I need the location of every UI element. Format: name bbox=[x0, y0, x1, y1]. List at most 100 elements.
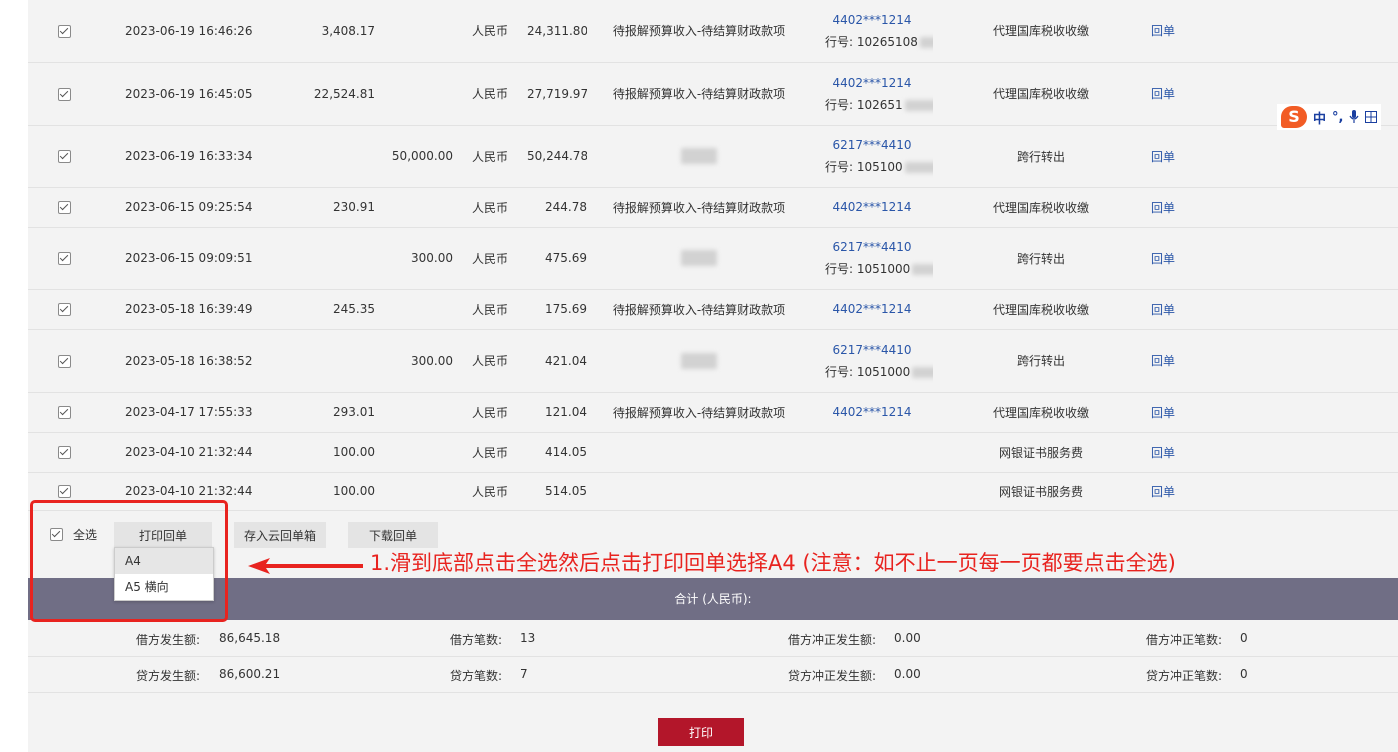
row-account[interactable]: 4402***1214 bbox=[811, 196, 933, 218]
row-checkbox-cell[interactable] bbox=[28, 0, 104, 63]
row-summary-text: 待报解预算收入-待结算财政款项 bbox=[612, 24, 786, 39]
row-account-cell: 4402***1214 行号: 10265108 bbox=[811, 0, 933, 63]
row-balance: 421.04 bbox=[527, 329, 587, 393]
row-account[interactable]: 6217***4410 bbox=[811, 236, 933, 258]
redacted-bank-number bbox=[919, 36, 933, 48]
row-checkbox-cell[interactable] bbox=[28, 227, 104, 290]
credit-count-value: 7 bbox=[520, 667, 528, 681]
row-credit bbox=[375, 0, 453, 63]
row-receipt-link[interactable]: 回单 bbox=[1151, 303, 1175, 317]
row-checkbox[interactable] bbox=[58, 303, 71, 316]
row-checkbox[interactable] bbox=[58, 24, 71, 38]
download-receipt-button[interactable]: 下载回单 bbox=[348, 522, 438, 548]
row-receipt-cell: 回单 bbox=[1149, 187, 1241, 228]
row-credit: 300.00 bbox=[375, 227, 453, 290]
row-receipt-link[interactable]: 回单 bbox=[1151, 201, 1175, 215]
row-checkbox-cell[interactable] bbox=[28, 125, 104, 188]
row-debit: 293.01 bbox=[289, 392, 375, 433]
row-receipt-link[interactable]: 回单 bbox=[1151, 87, 1175, 101]
redacted-summary bbox=[681, 352, 717, 369]
row-summary bbox=[587, 329, 811, 393]
grid-icon[interactable] bbox=[1365, 111, 1378, 123]
row-receipt-link[interactable]: 回单 bbox=[1151, 252, 1175, 266]
row-time: 2023-06-19 16:33:34 bbox=[104, 125, 289, 188]
row-account[interactable]: 6217***4410 bbox=[811, 339, 933, 361]
select-all-checkbox[interactable] bbox=[50, 528, 63, 541]
row-debit: 100.00 bbox=[289, 432, 375, 473]
row-account[interactable]: 4402***1214 bbox=[811, 298, 933, 320]
row-checkbox[interactable] bbox=[58, 252, 71, 265]
row-account[interactable]: 6217***4410 bbox=[811, 134, 933, 156]
row-checkbox-cell[interactable] bbox=[28, 289, 104, 330]
save-cloud-button[interactable]: 存入云回单箱 bbox=[234, 522, 326, 548]
debit-summary-row: 借方发生额: 86,645.18 借方笔数: 13 借方冲正发生额: 0.00 … bbox=[28, 620, 1398, 657]
row-time: 2023-04-10 21:32:44 bbox=[104, 472, 289, 511]
print-receipt-button[interactable]: 打印回单 bbox=[114, 522, 212, 548]
row-time: 2023-06-15 09:09:51 bbox=[104, 227, 289, 290]
select-all[interactable]: 全选 bbox=[50, 526, 97, 543]
credit-amount-value: 86,600.21 bbox=[219, 667, 281, 681]
row-summary-text: 待报解预算收入-待结算财政款项 bbox=[612, 87, 786, 101]
row-spacer bbox=[1241, 392, 1398, 433]
row-checkbox-cell[interactable] bbox=[28, 392, 104, 433]
row-checkbox[interactable] bbox=[58, 87, 71, 101]
sogou-logo-icon: S bbox=[1281, 106, 1307, 128]
redacted-summary bbox=[681, 148, 717, 164]
row-spacer bbox=[1241, 125, 1398, 188]
row-balance: 121.04 bbox=[527, 392, 587, 433]
row-checkbox[interactable] bbox=[58, 150, 71, 163]
row-checkbox[interactable] bbox=[58, 446, 71, 459]
ime-mode[interactable]: 中 bbox=[1313, 108, 1326, 127]
microphone-icon[interactable] bbox=[1349, 110, 1360, 124]
row-checkbox[interactable] bbox=[58, 485, 71, 498]
row-checkbox[interactable] bbox=[58, 201, 71, 214]
credit-reversal-amount-label: 贷方冲正发生额: bbox=[788, 669, 877, 683]
row-checkbox[interactable] bbox=[58, 354, 71, 368]
table-row: 2023-06-15 09:09:51 300.00 人民币 475.69 6217**… bbox=[28, 227, 1398, 290]
row-checkbox-cell[interactable] bbox=[28, 432, 104, 473]
ime-punct[interactable]: °, bbox=[1332, 110, 1343, 125]
row-debit bbox=[289, 329, 375, 393]
row-checkbox-cell[interactable] bbox=[28, 62, 104, 126]
credit-reversal-count-value: 0 bbox=[1240, 667, 1248, 681]
dropdown-option-a4[interactable]: A4 bbox=[115, 548, 213, 574]
row-summary: 待报解预算收入-待结算财政款项 bbox=[587, 0, 811, 63]
row-receipt-cell: 回单 bbox=[1149, 62, 1241, 126]
credit-count-label: 贷方笔数: bbox=[450, 669, 503, 683]
row-account[interactable]: 4402***1214 bbox=[811, 72, 933, 94]
row-receipt-link[interactable]: 回单 bbox=[1151, 446, 1175, 460]
row-receipt-link[interactable]: 回单 bbox=[1151, 24, 1175, 38]
row-balance: 175.69 bbox=[527, 289, 587, 330]
row-checkbox-cell[interactable] bbox=[28, 472, 104, 511]
row-type: 代理国库税收收缴 bbox=[933, 62, 1149, 126]
row-checkbox[interactable] bbox=[58, 406, 71, 419]
row-summary bbox=[587, 432, 811, 473]
totals-header: 合计 (人民币): bbox=[28, 578, 1398, 620]
row-type: 代理国库税收收缴 bbox=[933, 187, 1149, 228]
ime-toolbar[interactable]: S 中 °, bbox=[1277, 104, 1382, 130]
select-all-label: 全选 bbox=[73, 528, 98, 542]
row-type: 代理国库税收收缴 bbox=[933, 0, 1149, 63]
row-checkbox-cell[interactable] bbox=[28, 329, 104, 393]
row-credit: 50,000.00 bbox=[375, 125, 453, 188]
row-account[interactable]: 4402***1214 bbox=[811, 9, 933, 31]
dropdown-option-a5[interactable]: A5 横向 bbox=[115, 574, 213, 600]
row-receipt-link[interactable]: 回单 bbox=[1151, 354, 1175, 368]
row-balance: 475.69 bbox=[527, 227, 587, 290]
row-currency: 人民币 bbox=[453, 392, 527, 433]
row-receipt-link[interactable]: 回单 bbox=[1151, 406, 1175, 420]
row-receipt-link[interactable]: 回单 bbox=[1151, 150, 1175, 164]
row-receipt-cell: 回单 bbox=[1149, 472, 1241, 511]
row-summary bbox=[587, 472, 811, 511]
row-summary-text: 待报解预算收入-待结算财政款项 bbox=[612, 200, 786, 215]
row-receipt-link[interactable]: 回单 bbox=[1151, 485, 1175, 499]
row-checkbox-cell[interactable] bbox=[28, 187, 104, 228]
row-bank-number-text: 行号: 105100 bbox=[825, 160, 903, 174]
row-summary-text: 待报解预算收入-待结算财政款项 bbox=[612, 405, 786, 420]
print-size-dropdown: A4 A5 横向 bbox=[114, 547, 214, 601]
row-summary: 待报解预算收入-待结算财政款项 bbox=[587, 187, 811, 228]
row-account-cell: 4402***1214 bbox=[811, 289, 933, 330]
row-account[interactable]: 4402***1214 bbox=[811, 401, 933, 423]
redacted-bank-number bbox=[912, 366, 933, 378]
print-button[interactable]: 打印 bbox=[658, 718, 744, 746]
